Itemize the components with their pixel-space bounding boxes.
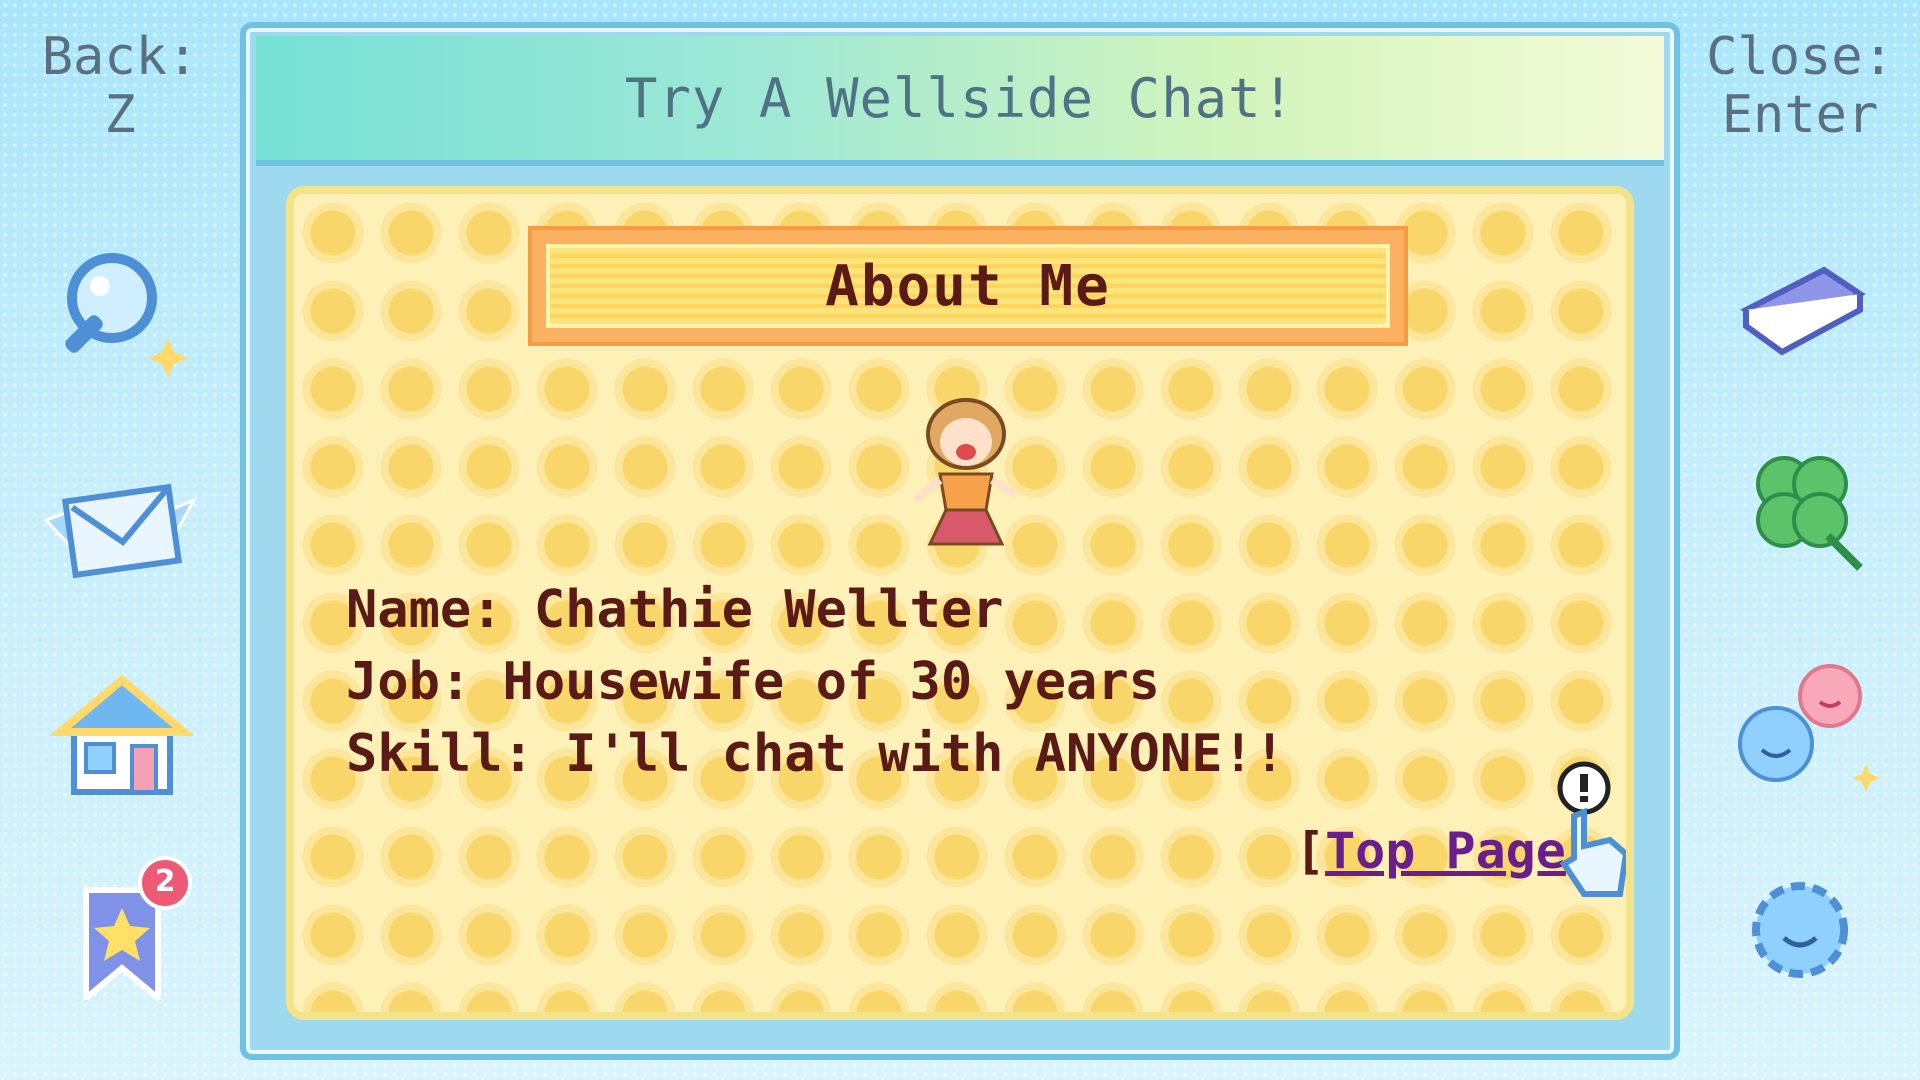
settings-gear-icon[interactable] bbox=[1720, 860, 1880, 1000]
top-page-link[interactable]: Top Page bbox=[1325, 822, 1566, 880]
left-panel: Back: Z 2 bbox=[0, 0, 240, 1080]
clover-icon[interactable] bbox=[1720, 440, 1880, 580]
envelope-icon[interactable] bbox=[40, 460, 200, 600]
character-avatar bbox=[900, 394, 1030, 554]
magnifier-icon[interactable] bbox=[40, 240, 200, 380]
right-panel: Close: Enter bbox=[1680, 0, 1920, 1080]
profile-panel: About Me Name: Chathie Wellter Job: Hous… bbox=[286, 186, 1634, 1020]
back-hint: Back: Z bbox=[41, 27, 199, 145]
about-header-label: About Me bbox=[825, 253, 1111, 319]
profile-name: Name: Chathie Wellter bbox=[346, 580, 1004, 640]
window-title: Try A Wellside Chat! bbox=[624, 66, 1296, 130]
smiley-friends-icon[interactable] bbox=[1720, 660, 1880, 800]
profile-info: Name: Chathie Wellter Job: Housewife of … bbox=[346, 574, 1285, 790]
profile-job: Job: Housewife of 30 years bbox=[346, 652, 1160, 712]
hand-cursor-icon bbox=[1534, 754, 1626, 924]
bookmark-icon[interactable]: 2 bbox=[40, 856, 200, 1005]
about-header: About Me bbox=[528, 226, 1408, 346]
notification-badge: 2 bbox=[138, 856, 192, 910]
window-titlebar: Try A Wellside Chat! bbox=[256, 36, 1664, 166]
book-icon[interactable] bbox=[1720, 230, 1880, 370]
chat-window: Try A Wellside Chat! About Me Name: Chat… bbox=[240, 22, 1680, 1060]
close-hint: Close: Enter bbox=[1706, 27, 1894, 145]
profile-skill: Skill: I'll chat with ANYONE!! bbox=[346, 724, 1286, 784]
house-icon[interactable] bbox=[40, 660, 200, 800]
